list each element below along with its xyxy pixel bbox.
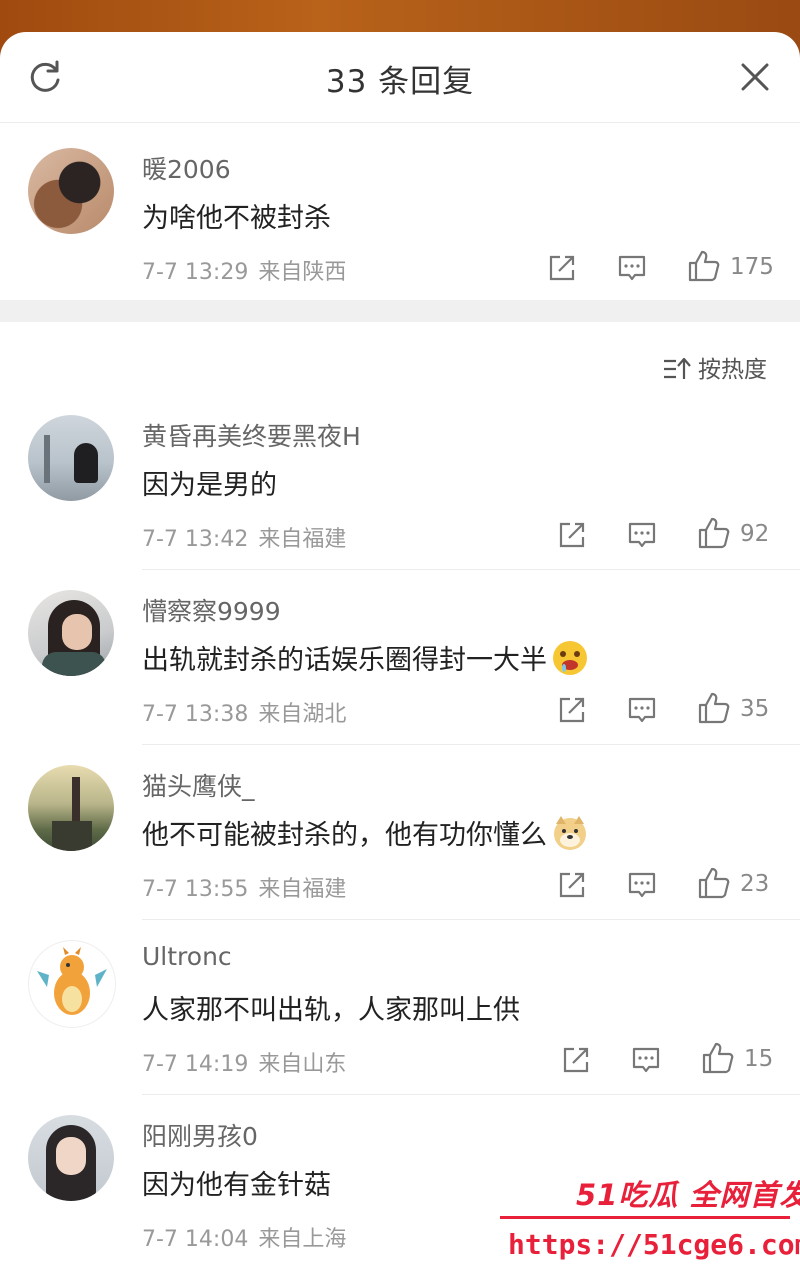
location: 来自陕西 [258, 260, 347, 285]
like-icon[interactable] [696, 865, 732, 901]
comment-text: 出轨就封杀的话娱乐圈得封一大半 [142, 638, 589, 677]
comment-icon[interactable] [630, 1044, 662, 1076]
divider [142, 569, 800, 570]
watermark-url: https://51cge6.com [508, 1228, 800, 1261]
username[interactable]: 暖2006 [142, 150, 231, 186]
share-icon[interactable] [556, 694, 588, 726]
username[interactable]: 黄昏再美终要黑夜H [142, 417, 361, 453]
comment-meta: 7-7 13:42 来自福建 [142, 521, 346, 553]
watermark-brand: 51吃瓜 全网首发 [576, 1178, 800, 1212]
sort-label: 按热度 [698, 357, 767, 383]
avatar[interactable] [28, 590, 114, 676]
timestamp: 7-7 14:04 [142, 1227, 249, 1252]
sort-toggle[interactable]: 按热度 [662, 350, 767, 384]
replies-sheet: 33 条回复 暖2006 为啥他不被封杀 7-7 13:29 来自陕西 175 [0, 32, 800, 1278]
location: 来自福建 [258, 527, 347, 552]
timestamp: 7-7 13:29 [142, 260, 249, 285]
timestamp: 7-7 13:42 [142, 527, 249, 552]
doge-emoji [554, 816, 586, 850]
comment-text: 人家那不叫出轨，人家那叫上供 [142, 995, 520, 1026]
comment-meta: 7-7 13:38 来自湖北 [142, 696, 346, 728]
share-icon[interactable] [546, 252, 578, 284]
avatar[interactable] [28, 765, 114, 851]
comment-icon[interactable] [626, 869, 658, 901]
avatar[interactable] [28, 1115, 114, 1201]
comment-icon[interactable] [626, 694, 658, 726]
close-icon[interactable] [736, 58, 774, 96]
comment-icon[interactable] [626, 519, 658, 551]
location: 来自湖北 [258, 702, 347, 727]
divider [142, 1094, 800, 1095]
comment-text: 为啥他不被封杀 [142, 203, 331, 234]
username[interactable]: 懵察察9999 [142, 592, 281, 628]
dragon-avatar-art [37, 947, 107, 1015]
drooling-face-emoji [553, 641, 587, 675]
watermark-underline [500, 1216, 790, 1219]
location: 来自福建 [258, 877, 347, 902]
watermark: 51吃瓜 全网首发 https://51cge6.com [500, 1170, 800, 1278]
like-icon[interactable] [696, 690, 732, 726]
share-icon[interactable] [556, 519, 588, 551]
like-count: 15 [744, 1046, 774, 1072]
like-count: 92 [740, 521, 770, 547]
username[interactable]: Ultronc [142, 942, 232, 971]
comment-meta: 7-7 13:55 来自福建 [142, 871, 346, 903]
avatar[interactable] [28, 148, 114, 234]
comment-text: 因为他有金针菇 [142, 1170, 331, 1201]
comment-text: 因为是男的 [142, 470, 277, 501]
share-icon[interactable] [556, 869, 588, 901]
comment-text-body: 出轨就封杀的话娱乐圈得封一大半 [142, 645, 547, 676]
username[interactable]: 阳刚男孩0 [142, 1117, 258, 1153]
comment-text: 他不可能被封杀的，他有功你懂么 [142, 813, 589, 852]
like-count: 35 [740, 696, 770, 722]
comment-meta: 7-7 13:29 来自陕西 [142, 254, 346, 286]
timestamp: 7-7 13:55 [142, 877, 249, 902]
share-icon[interactable] [560, 1044, 592, 1076]
comment-icon[interactable] [616, 252, 648, 284]
like-icon[interactable] [696, 515, 732, 551]
sort-icon [664, 357, 691, 379]
username[interactable]: 猫头鹰侠_ [142, 767, 255, 803]
location: 来自山东 [258, 1052, 347, 1077]
comment-meta: 7-7 14:04 来自上海 [142, 1221, 346, 1253]
like-icon[interactable] [700, 1040, 736, 1076]
divider [142, 744, 800, 745]
sheet-header: 33 条回复 [0, 32, 800, 123]
comment-meta: 7-7 14:19 来自山东 [142, 1046, 346, 1078]
location: 来自上海 [258, 1227, 347, 1252]
like-count: 175 [730, 254, 774, 280]
avatar[interactable] [28, 940, 116, 1028]
like-icon[interactable] [686, 248, 722, 284]
divider [142, 919, 800, 920]
comment-text-body: 他不可能被封杀的，他有功你懂么 [142, 820, 547, 851]
timestamp: 7-7 14:19 [142, 1052, 249, 1077]
avatar[interactable] [28, 415, 114, 501]
page-title: 33 条回复 [325, 64, 475, 100]
section-divider [0, 300, 800, 322]
timestamp: 7-7 13:38 [142, 702, 249, 727]
like-count: 23 [740, 871, 770, 897]
